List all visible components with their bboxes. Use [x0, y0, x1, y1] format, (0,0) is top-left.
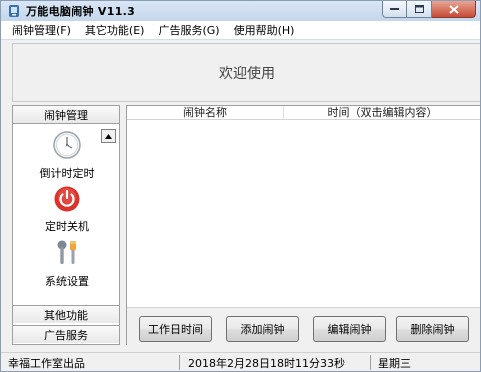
- menu-other-functions[interactable]: 其它功能(E): [79, 22, 151, 38]
- welcome-text: 欢迎使用: [219, 65, 275, 82]
- app-window: 万能电脑闹钟 V11.3 闹钟管理(F) 其它功能(E) 广告服务(G) 使用帮…: [0, 0, 481, 372]
- status-divider: [179, 355, 180, 370]
- menu-ad-services[interactable]: 广告服务(G): [152, 22, 225, 38]
- status-weekday: 星期三: [378, 357, 411, 370]
- alarm-panel: 闹钟名称 时间（双击编辑内容） 工作日时间 添加闹钟 编辑闹钟 删除闹钟: [126, 105, 480, 345]
- action-bar: 工作日时间 添加闹钟 编辑闹钟 删除闹钟: [127, 307, 480, 345]
- sidebar-header-alarm-management[interactable]: 闹钟管理: [13, 106, 119, 124]
- table-header: 闹钟名称 时间（双击编辑内容）: [127, 106, 480, 120]
- sidebar-item-label: 倒计时定时: [39, 167, 95, 180]
- menu-help[interactable]: 使用帮助(H): [228, 22, 301, 38]
- maximize-button[interactable]: [407, 1, 432, 18]
- sidebar-footer-other-functions[interactable]: 其他功能: [13, 305, 119, 323]
- status-credit: 幸福工作室出品: [8, 357, 85, 370]
- column-header-time[interactable]: 时间（双击编辑内容）: [284, 106, 480, 119]
- settings-wrench-icon: [52, 238, 82, 271]
- status-bar: 幸福工作室出品 2018年2月28日18时11分33秒 星期三: [1, 352, 480, 371]
- sidebar-item-label: 系统设置: [45, 275, 89, 288]
- sidebar-item-scheduled-shutdown[interactable]: 定时关机: [27, 185, 107, 234]
- app-clock-icon: [8, 4, 20, 18]
- maximize-icon: [414, 5, 424, 13]
- workday-time-button[interactable]: 工作日时间: [139, 316, 212, 342]
- minimize-icon: [390, 8, 399, 10]
- edit-alarm-button[interactable]: 编辑闹钟: [313, 316, 386, 342]
- close-button[interactable]: [432, 1, 476, 18]
- sidebar-item-countdown[interactable]: 倒计时定时: [27, 130, 107, 181]
- close-icon: [448, 4, 459, 14]
- alarm-list[interactable]: [127, 121, 480, 307]
- title-bar[interactable]: 万能电脑闹钟 V11.3: [1, 1, 480, 21]
- sidebar-item-system-settings[interactable]: 系统设置: [27, 238, 107, 289]
- minimize-button[interactable]: [382, 1, 407, 18]
- status-divider: [370, 355, 371, 370]
- menu-alarm-management[interactable]: 闹钟管理(F): [12, 22, 77, 38]
- column-header-alarm-name[interactable]: 闹钟名称: [127, 106, 284, 119]
- clock-icon: [52, 130, 82, 163]
- sidebar: 闹钟管理 倒计时定时 定时关机 系统设置 其他功能 广告服务: [12, 105, 120, 345]
- status-datetime: 2018年2月28日18时11分33秒: [188, 357, 345, 370]
- add-alarm-button[interactable]: 添加闹钟: [226, 316, 299, 342]
- welcome-banner: 欢迎使用: [12, 43, 480, 102]
- delete-alarm-button[interactable]: 删除闹钟: [396, 316, 469, 342]
- power-icon: [53, 185, 81, 216]
- menu-bar: 闹钟管理(F) 其它功能(E) 广告服务(G) 使用帮助(H): [1, 21, 480, 40]
- window-title: 万能电脑闹钟 V11.3: [26, 5, 136, 18]
- sidebar-footer-ad-services[interactable]: 广告服务: [13, 325, 119, 343]
- sidebar-item-label: 定时关机: [45, 220, 89, 233]
